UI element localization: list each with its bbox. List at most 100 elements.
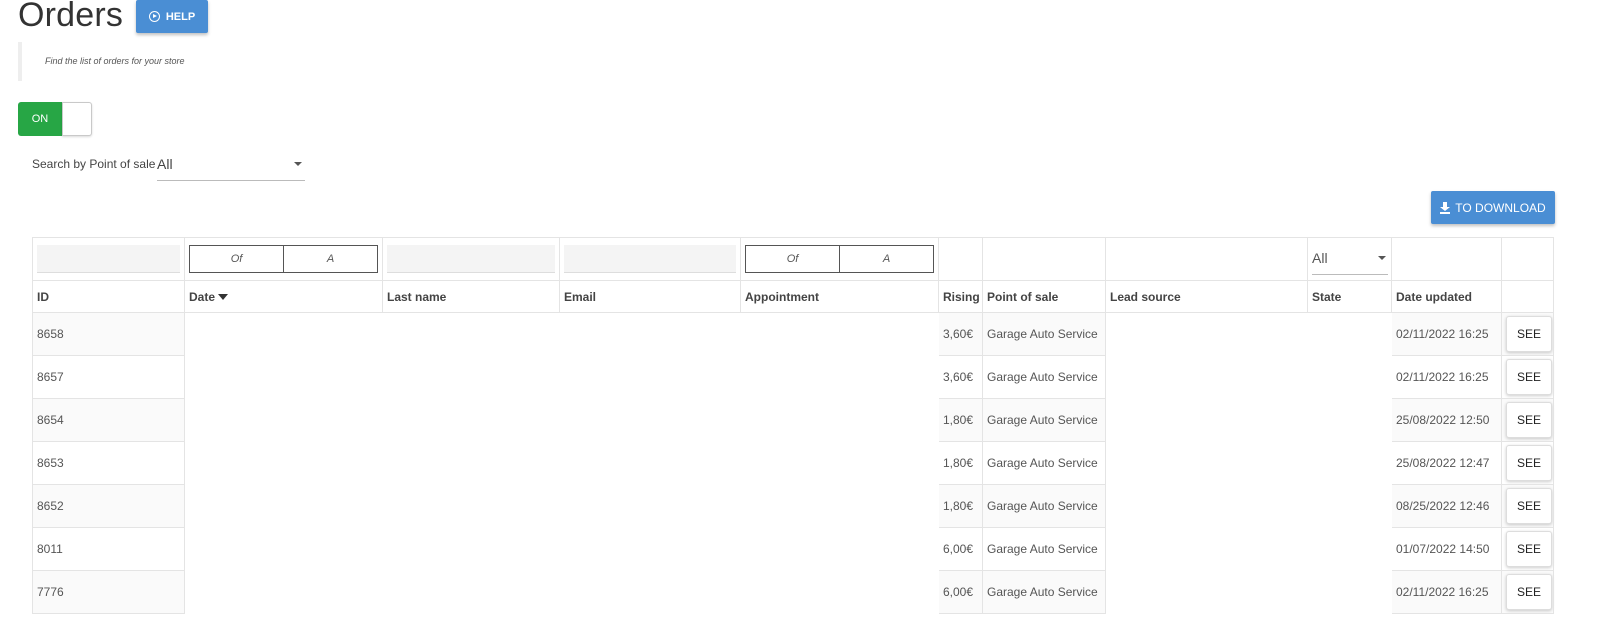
see-button[interactable]: SEE <box>1506 574 1552 610</box>
cell-date-updated: 25/08/2022 12:47 <box>1391 441 1502 485</box>
cell-rising: 1,80€ <box>938 441 983 485</box>
cell-lastname <box>382 441 560 485</box>
cell-actions: SEE <box>1501 570 1554 614</box>
cell-state <box>1307 484 1392 528</box>
table-row: 8654 1,80€ Garage Auto Service 25/08/2022 1… <box>32 398 1554 442</box>
cell-id: 8654 <box>32 398 185 442</box>
col-header-date-label: Date <box>189 289 216 304</box>
col-header-date[interactable]: Date <box>184 280 383 313</box>
col-header-email[interactable]: Email <box>559 280 741 313</box>
cell-appointment <box>740 441 939 485</box>
see-button[interactable]: SEE <box>1506 488 1552 524</box>
header-row: ID Date Last name Email Appointment Risi… <box>32 280 1554 313</box>
cell-lead-source <box>1105 527 1308 571</box>
status-toggle[interactable]: ON <box>18 102 92 136</box>
date-range-filter: Of A <box>189 245 378 273</box>
cell-date <box>184 570 383 614</box>
sort-desc-icon <box>218 294 229 301</box>
cell-state <box>1307 441 1392 485</box>
cell-lead-source <box>1105 398 1308 442</box>
cell-actions: SEE <box>1501 527 1554 571</box>
cell-rising: 6,00€ <box>938 570 983 614</box>
quote-bar <box>18 42 22 81</box>
table-row: 7776 6,00€ Garage Auto Service 02/11/2022 1… <box>32 570 1554 614</box>
cell-rising: 3,60€ <box>938 312 983 356</box>
state-filter-select[interactable]: All <box>1312 244 1388 275</box>
cell-email <box>559 570 741 614</box>
cell-appointment <box>740 527 939 571</box>
cell-rising: 1,80€ <box>938 398 983 442</box>
cell-email <box>559 527 741 571</box>
col-header-appointment[interactable]: Appointment <box>740 280 939 313</box>
cell-lead-source <box>1105 355 1308 399</box>
cell-actions: SEE <box>1501 441 1554 485</box>
pos-filter-select[interactable]: All <box>157 151 305 181</box>
cell-pos: Garage Auto Service <box>982 398 1106 442</box>
cell-lastname <box>382 527 560 571</box>
id-filter-input[interactable] <box>37 245 180 273</box>
download-button[interactable]: TO DOWNLOAD <box>1431 191 1555 224</box>
lastname-filter-input[interactable] <box>387 245 555 273</box>
table-row: 8011 6,00€ Garage Auto Service 01/07/2022 1… <box>32 527 1554 571</box>
cell-lead-source <box>1105 570 1308 614</box>
cell-id: 8011 <box>32 527 185 571</box>
col-header-date-updated[interactable]: Date updated <box>1391 280 1502 313</box>
appointment-range-filter: Of A <box>745 245 934 273</box>
col-header-state[interactable]: State <box>1307 280 1392 313</box>
cell-lastname <box>382 484 560 528</box>
col-header-id[interactable]: ID <box>32 280 185 313</box>
appointment-to-input[interactable]: A <box>840 245 934 273</box>
toggle-knob[interactable] <box>62 102 92 136</box>
cell-appointment <box>740 570 939 614</box>
page-subtitle: Find the list of orders for your store <box>45 56 185 66</box>
cell-pos: Garage Auto Service <box>982 355 1106 399</box>
cell-appointment <box>740 312 939 356</box>
col-header-rising[interactable]: Rising <box>938 280 983 313</box>
cell-lastname <box>382 355 560 399</box>
see-button[interactable]: SEE <box>1506 402 1552 438</box>
see-button[interactable]: SEE <box>1506 445 1552 481</box>
cell-date-updated: 02/11/2022 16:25 <box>1391 312 1502 356</box>
cell-date <box>184 484 383 528</box>
cell-email <box>559 398 741 442</box>
page-title: Orders <box>18 0 124 34</box>
help-button[interactable]: HELP <box>136 0 208 33</box>
col-header-lastname[interactable]: Last name <box>382 280 560 313</box>
cell-rising: 6,00€ <box>938 527 983 571</box>
see-button[interactable]: SEE <box>1506 531 1552 567</box>
cell-date <box>184 527 383 571</box>
download-label: TO DOWNLOAD <box>1455 200 1546 215</box>
cell-id: 8652 <box>32 484 185 528</box>
cell-rising: 1,80€ <box>938 484 983 528</box>
cell-date-updated: 01/07/2022 14:50 <box>1391 527 1502 571</box>
state-filter-value: All <box>1312 249 1328 266</box>
see-button[interactable]: SEE <box>1506 359 1552 395</box>
cell-state <box>1307 312 1392 356</box>
cell-date-updated: 08/25/2022 12:46 <box>1391 484 1502 528</box>
table-row: 8652 1,80€ Garage Auto Service 08/25/2022 1… <box>32 484 1554 528</box>
cell-pos: Garage Auto Service <box>982 570 1106 614</box>
email-filter-input[interactable] <box>564 245 736 273</box>
cell-email <box>559 312 741 356</box>
play-circle-icon <box>148 11 160 22</box>
col-header-pos[interactable]: Point of sale <box>982 280 1106 313</box>
cell-lastname <box>382 570 560 614</box>
cell-date <box>184 398 383 442</box>
appointment-from-input[interactable]: Of <box>745 245 840 273</box>
date-from-input[interactable]: Of <box>189 245 284 273</box>
cell-lastname <box>382 312 560 356</box>
see-button[interactable]: SEE <box>1506 316 1552 352</box>
cell-pos: Garage Auto Service <box>982 527 1106 571</box>
cell-lead-source <box>1105 441 1308 485</box>
cell-lead-source <box>1105 484 1308 528</box>
cell-state <box>1307 570 1392 614</box>
cell-id: 7776 <box>32 570 185 614</box>
filter-row: Of A Of A All <box>32 237 1554 281</box>
col-header-lead-source[interactable]: Lead source <box>1105 280 1308 313</box>
help-label: HELP <box>165 10 196 23</box>
pos-filter-label: Search by Point of sale <box>32 157 156 171</box>
cell-lead-source <box>1105 312 1308 356</box>
cell-actions: SEE <box>1501 484 1554 528</box>
table-row: 8657 3,60€ Garage Auto Service 02/11/2022 1… <box>32 355 1554 399</box>
date-to-input[interactable]: A <box>284 245 378 273</box>
